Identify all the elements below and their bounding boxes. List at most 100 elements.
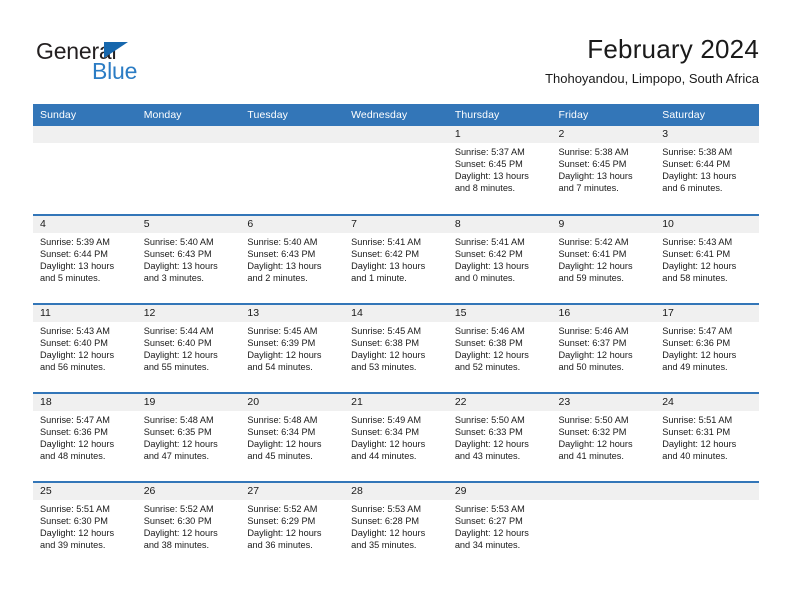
daylight-line-1: Daylight: 12 hours	[454, 528, 529, 539]
daylight-line-1: Daylight: 12 hours	[558, 350, 633, 361]
calendar-day-cell[interactable]: 21 Sunrise: 5:49 AM Sunset: 6:34 PM Dayligh…	[344, 392, 448, 482]
day-number: 20	[240, 394, 345, 411]
sunset-line: Sunset: 6:38 PM	[454, 338, 523, 349]
day-detail	[33, 143, 137, 146]
day-detail: Sunrise: 5:46 AM Sunset: 6:38 PM Daylight:…	[448, 322, 552, 373]
weekday-header-tuesday: Tuesday	[240, 104, 345, 126]
sunset-line: Sunset: 6:41 PM	[662, 249, 731, 260]
calendar-day-cell[interactable]: 9 Sunrise: 5:42 AM Sunset: 6:41 PM Daylight…	[551, 214, 656, 304]
daylight-line-1: Daylight: 12 hours	[558, 439, 633, 450]
calendar-day-cell[interactable]: 3 Sunrise: 5:38 AM Sunset: 6:44 PM Daylight…	[655, 126, 759, 215]
day-number: 15	[447, 305, 552, 322]
calendar-day-cell[interactable]: 22 Sunrise: 5:50 AM Sunset: 6:33 PM Dayligh…	[447, 392, 552, 482]
calendar-day-cell[interactable]: 17 Sunrise: 5:47 AM Sunset: 6:36 PM Dayligh…	[655, 303, 759, 393]
brand-logo[interactable]: General Blue	[36, 38, 296, 88]
sunrise-line: Sunrise: 5:43 AM	[40, 326, 110, 336]
brand-name-bottom: Blue	[92, 58, 138, 84]
sunset-line: Sunset: 6:29 PM	[247, 516, 316, 527]
sunrise-line: Sunrise: 5:47 AM	[40, 415, 110, 425]
day-number: 19	[136, 394, 241, 411]
day-detail: Sunrise: 5:51 AM Sunset: 6:30 PM Daylight:…	[33, 500, 137, 551]
daylight-line-2: and 54 minutes.	[247, 362, 313, 373]
weekday-header-thursday: Thursday	[447, 104, 552, 126]
daylight-line-2: and 44 minutes.	[351, 451, 417, 462]
calendar-day-cell[interactable]: 7 Sunrise: 5:41 AM Sunset: 6:42 PM Daylight…	[344, 214, 448, 304]
calendar-cell-empty	[344, 126, 448, 215]
sunset-line: Sunset: 6:40 PM	[143, 338, 212, 349]
sunrise-line: Sunrise: 5:49 AM	[351, 415, 422, 425]
page-title: February 2024	[587, 34, 759, 64]
calendar-table: Sunday Monday Tuesday Wednesday Thursday Frid…	[33, 104, 759, 571]
sunset-line: Sunset: 6:39 PM	[247, 338, 316, 349]
calendar-day-cell[interactable]: 27 Sunrise: 5:52 AM Sunset: 6:29 PM Dayligh…	[240, 481, 345, 571]
calendar-day-cell[interactable]: 2 Sunrise: 5:38 AM Sunset: 6:45 PM Daylight…	[551, 126, 656, 215]
calendar-day-cell[interactable]: 4 Sunrise: 5:39 AM Sunset: 6:44 PM Daylight…	[33, 214, 137, 304]
calendar-day-cell[interactable]: 12 Sunrise: 5:44 AM Sunset: 6:40 PM Dayligh…	[136, 303, 241, 393]
day-detail: Sunrise: 5:47 AM Sunset: 6:36 PM Daylight:…	[33, 411, 137, 462]
sunset-line: Sunset: 6:30 PM	[40, 516, 108, 527]
sunset-line: Sunset: 6:45 PM	[454, 159, 523, 170]
day-detail: Sunrise: 5:44 AM Sunset: 6:40 PM Daylight:…	[137, 322, 241, 373]
day-number: 26	[136, 483, 241, 500]
daylight-line-2: and 41 minutes.	[558, 451, 624, 462]
sunset-line: Sunset: 6:34 PM	[351, 427, 420, 438]
daylight-line-1: Daylight: 13 hours	[454, 171, 529, 182]
day-detail: Sunrise: 5:43 AM Sunset: 6:41 PM Daylight:…	[655, 233, 759, 284]
calendar-cell-empty	[33, 126, 137, 215]
daylight-line-2: and 35 minutes.	[351, 540, 417, 551]
calendar-day-cell[interactable]: 29 Sunrise: 5:53 AM Sunset: 6:27 PM Dayligh…	[447, 481, 552, 571]
day-detail: Sunrise: 5:48 AM Sunset: 6:34 PM Daylight:…	[240, 411, 344, 462]
sunrise-line: Sunrise: 5:38 AM	[662, 147, 733, 157]
daylight-line-2: and 47 minutes.	[143, 451, 210, 462]
calendar-day-cell[interactable]: 23 Sunrise: 5:50 AM Sunset: 6:32 PM Dayligh…	[551, 392, 656, 482]
day-number: 3	[655, 126, 759, 143]
calendar-day-cell[interactable]: 14 Sunrise: 5:45 AM Sunset: 6:38 PM Dayligh…	[344, 303, 448, 393]
daylight-line-2: and 48 minutes.	[40, 451, 106, 462]
calendar-day-cell[interactable]: 15 Sunrise: 5:46 AM Sunset: 6:38 PM Dayligh…	[447, 303, 552, 393]
calendar-day-cell[interactable]: 18 Sunrise: 5:47 AM Sunset: 6:36 PM Dayligh…	[33, 392, 137, 482]
daylight-line-1: Daylight: 12 hours	[40, 528, 115, 539]
calendar-day-cell[interactable]: 25 Sunrise: 5:51 AM Sunset: 6:30 PM Dayligh…	[33, 481, 137, 571]
sunrise-line: Sunrise: 5:51 AM	[662, 415, 733, 425]
day-detail: Sunrise: 5:50 AM Sunset: 6:32 PM Daylight:…	[552, 411, 656, 462]
calendar-day-cell[interactable]: 1 Sunrise: 5:37 AM Sunset: 6:45 PM Daylight…	[447, 126, 552, 215]
sunrise-line: Sunrise: 5:50 AM	[558, 415, 629, 425]
daylight-line-1: Daylight: 12 hours	[662, 439, 737, 450]
day-number: 25	[33, 483, 137, 500]
calendar-day-cell[interactable]: 6 Sunrise: 5:40 AM Sunset: 6:43 PM Daylight…	[240, 214, 345, 304]
calendar-day-cell[interactable]: 11 Sunrise: 5:43 AM Sunset: 6:40 PM Dayligh…	[33, 303, 137, 393]
sunrise-line: Sunrise: 5:47 AM	[662, 326, 733, 336]
calendar-day-cell[interactable]: 19 Sunrise: 5:48 AM Sunset: 6:35 PM Dayligh…	[136, 392, 241, 482]
sunset-line: Sunset: 6:42 PM	[454, 249, 523, 260]
calendar-day-cell[interactable]: 24 Sunrise: 5:51 AM Sunset: 6:31 PM Dayligh…	[655, 392, 759, 482]
page-header: General Blue February 2024 Thohoyandou, …	[0, 0, 792, 100]
sunrise-line: Sunrise: 5:37 AM	[454, 147, 525, 157]
daylight-line-1: Daylight: 12 hours	[558, 261, 633, 272]
calendar-day-cell[interactable]: 26 Sunrise: 5:52 AM Sunset: 6:30 PM Dayligh…	[136, 481, 241, 571]
day-detail: Sunrise: 5:37 AM Sunset: 6:45 PM Daylight:…	[448, 143, 552, 194]
weekday-header-wednesday: Wednesday	[344, 104, 448, 126]
calendar-day-cell[interactable]: 10 Sunrise: 5:43 AM Sunset: 6:41 PM Dayligh…	[655, 214, 759, 304]
triangle-icon	[104, 42, 128, 58]
day-number: 6	[240, 216, 345, 233]
daylight-line-2: and 8 minutes.	[454, 183, 516, 194]
day-detail: Sunrise: 5:45 AM Sunset: 6:39 PM Daylight:…	[240, 322, 344, 373]
daylight-line-1: Daylight: 12 hours	[40, 439, 115, 450]
calendar-day-cell[interactable]: 28 Sunrise: 5:53 AM Sunset: 6:28 PM Dayligh…	[344, 481, 448, 571]
daylight-line-1: Daylight: 13 hours	[351, 261, 426, 272]
calendar-day-cell[interactable]: 16 Sunrise: 5:46 AM Sunset: 6:37 PM Dayligh…	[551, 303, 656, 393]
sunset-line: Sunset: 6:35 PM	[143, 427, 212, 438]
day-detail: Sunrise: 5:43 AM Sunset: 6:40 PM Daylight:…	[33, 322, 137, 373]
day-detail: Sunrise: 5:46 AM Sunset: 6:37 PM Daylight:…	[552, 322, 656, 373]
calendar-day-cell[interactable]: 8 Sunrise: 5:41 AM Sunset: 6:42 PM Daylight…	[447, 214, 552, 304]
calendar-day-cell[interactable]: 5 Sunrise: 5:40 AM Sunset: 6:43 PM Daylight…	[136, 214, 241, 304]
daylight-line-2: and 45 minutes.	[247, 451, 313, 462]
day-number: 13	[240, 305, 345, 322]
sunrise-line: Sunrise: 5:48 AM	[143, 415, 214, 425]
calendar-day-cell[interactable]: 20 Sunrise: 5:48 AM Sunset: 6:34 PM Dayligh…	[240, 392, 345, 482]
daylight-line-2: and 5 minutes.	[40, 273, 101, 284]
calendar-cell-empty	[551, 481, 656, 571]
calendar-day-cell[interactable]: 13 Sunrise: 5:45 AM Sunset: 6:39 PM Dayligh…	[240, 303, 345, 393]
sunrise-line: Sunrise: 5:42 AM	[558, 237, 629, 247]
day-detail	[344, 143, 448, 146]
